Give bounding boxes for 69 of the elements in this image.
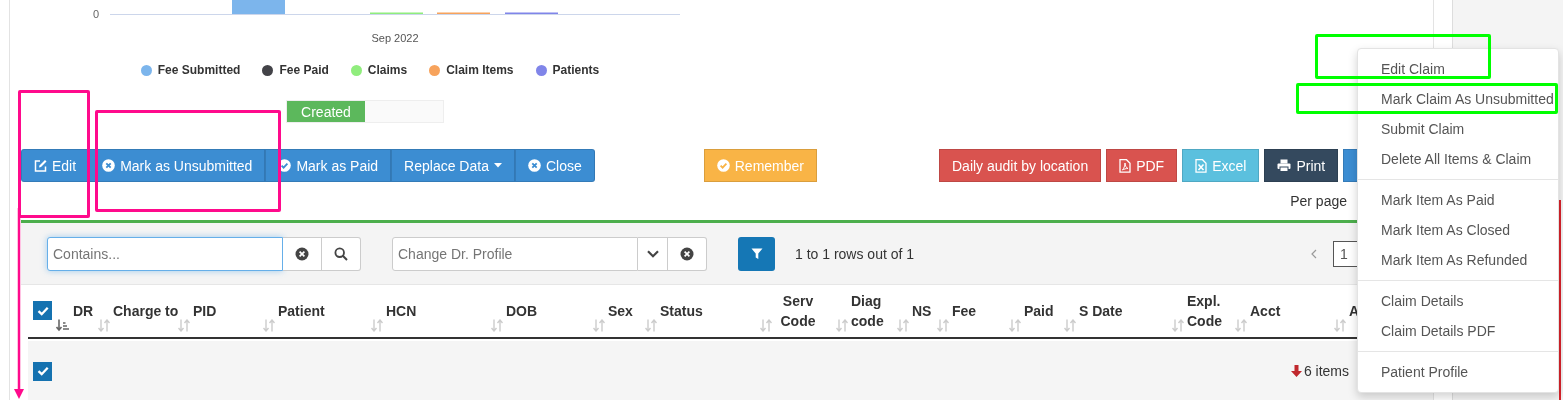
column-header[interactable]: Serv Code (772, 290, 820, 331)
pdf-file-icon (1119, 158, 1132, 173)
search-button[interactable] (322, 236, 361, 271)
down-arrow-icon (1290, 365, 1302, 377)
filter-icon (750, 247, 763, 260)
check-circle-icon (716, 159, 730, 172)
legend-label: Claims (367, 62, 408, 78)
close-icon (527, 159, 541, 172)
column-header[interactable]: Diag code (848, 290, 889, 331)
clear-icon (680, 246, 694, 261)
toolbar-button[interactable]: Mark as Paid (265, 149, 392, 182)
toolbar-button[interactable]: Daily audit by location (939, 149, 1102, 182)
column-header[interactable]: Expl. Code (1184, 290, 1227, 331)
column-header[interactable]: S Date (1076, 300, 1123, 321)
legend-label: Patients (552, 62, 600, 78)
column-header[interactable]: Fee (949, 300, 977, 321)
toolbar-button[interactable]: Mark as Unsubmitted (89, 149, 266, 182)
progress-label: Created (301, 103, 351, 120)
clear-icon (295, 246, 309, 261)
menu-item[interactable]: Delete All Items & Claim (1358, 144, 1558, 174)
column-header[interactable]: Sex (605, 300, 633, 321)
column-header[interactable]: Patient (275, 300, 325, 321)
column-header[interactable]: DOB (503, 300, 538, 321)
check-circle-icon (278, 159, 292, 172)
menu-item[interactable]: Claim Details PDF (1358, 316, 1558, 346)
filter-button[interactable] (738, 236, 775, 271)
toolbar-button[interactable]: PDF (1106, 149, 1178, 182)
axis-category-label: Sep 2022 (371, 32, 419, 44)
close-icon (102, 159, 116, 172)
column-header[interactable]: NS (909, 300, 932, 321)
legend-label: Fee Submitted (157, 62, 241, 78)
spreadsheet-file-icon (1195, 158, 1208, 173)
legend-label: Fee Paid (279, 62, 329, 78)
column-header[interactable]: Acct (1247, 300, 1281, 321)
profile-select[interactable]: Change Dr. Profile (392, 236, 638, 271)
column-header[interactable]: HCN (383, 300, 417, 321)
search-icon (334, 246, 348, 261)
menu-item[interactable]: Claim Details (1358, 286, 1558, 316)
menu-item[interactable]: Patient Profile (1358, 357, 1558, 387)
caret-icon (493, 163, 502, 168)
print-icon (1277, 159, 1292, 172)
edit-icon (34, 159, 47, 172)
menu-item[interactable]: Mark Item As Paid (1358, 185, 1558, 215)
toolbar-button[interactable]: Print (1264, 149, 1339, 182)
axis-tick-label: 0 (91, 7, 99, 22)
clear-button[interactable] (668, 236, 707, 271)
toolbar-button[interactable]: Replace Data (391, 149, 515, 182)
checkbox[interactable] (33, 361, 52, 381)
column-header[interactable]: Status (657, 300, 703, 321)
item-count: 6 items (1303, 363, 1349, 379)
column-header[interactable]: Paid (1021, 300, 1054, 321)
column-header[interactable]: DR (70, 300, 94, 321)
search-field[interactable]: Contains... (47, 236, 283, 271)
check-icon (36, 305, 49, 316)
check-icon (36, 366, 49, 376)
chevron-down-icon (646, 249, 659, 258)
toolbar-button[interactable]: Edit (21, 149, 90, 182)
column-header[interactable]: Charge to (110, 300, 179, 321)
menu-item[interactable]: Submit Claim (1358, 114, 1558, 144)
checkbox[interactable] (33, 301, 52, 320)
per-page-label: Per page (1290, 192, 1347, 211)
menu-item[interactable]: Edit Claim (1358, 54, 1558, 84)
dropdown-button[interactable] (638, 236, 668, 271)
chevron-left-icon (1311, 248, 1317, 259)
rows-count-label: 1 to 1 rows out of 1 (795, 245, 915, 262)
clear-button[interactable] (283, 236, 322, 271)
column-header[interactable]: PID (190, 300, 217, 321)
toolbar-button[interactable]: Close (514, 149, 595, 182)
legend-label: Claim Items (446, 62, 514, 78)
